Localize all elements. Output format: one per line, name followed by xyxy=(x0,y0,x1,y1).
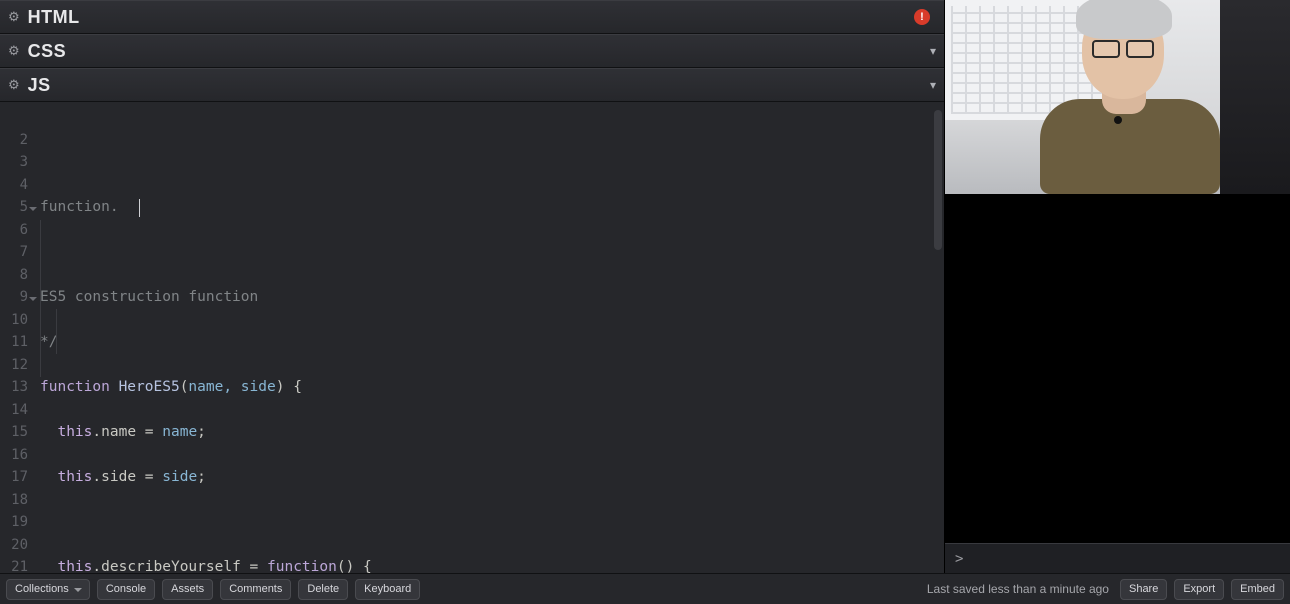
console-prompt-bar[interactable]: > xyxy=(945,543,1290,573)
save-status: Last saved less than a minute ago xyxy=(927,582,1109,596)
text-cursor xyxy=(139,199,140,217)
error-badge[interactable]: ! xyxy=(914,9,930,25)
comments-button[interactable]: Comments xyxy=(220,579,291,600)
keyboard-button[interactable]: Keyboard xyxy=(355,579,420,600)
collections-label: Collections xyxy=(15,583,69,595)
share-button[interactable]: Share xyxy=(1120,579,1167,600)
console-button[interactable]: Console xyxy=(97,579,155,600)
panel-title-html: HTML xyxy=(28,7,80,28)
panel-header-js[interactable]: ⚙ JS ▾ xyxy=(0,68,944,102)
webcam-overlay xyxy=(945,0,1290,194)
panel-title-js: JS xyxy=(28,75,51,96)
delete-button[interactable]: Delete xyxy=(298,579,348,600)
export-button[interactable]: Export xyxy=(1174,579,1224,600)
output-preview[interactable] xyxy=(945,194,1290,543)
code-area[interactable]: function. ES5 construction function */ f… xyxy=(34,102,944,573)
chevron-down-icon[interactable]: ▾ xyxy=(930,78,936,92)
assets-button[interactable]: Assets xyxy=(162,579,213,600)
footer-toolbar: Collections Console Assets Comments Dele… xyxy=(0,573,1290,604)
panel-title-css: CSS xyxy=(28,41,67,62)
panel-header-html[interactable]: ⚙ HTML ! xyxy=(0,0,944,34)
gear-icon[interactable]: ⚙ xyxy=(8,43,20,59)
panel-header-css[interactable]: ⚙ CSS ▾ xyxy=(0,34,944,68)
gear-icon[interactable]: ⚙ xyxy=(8,9,20,25)
js-editor[interactable]: 23456789101112131415161718192021 functio… xyxy=(0,102,944,573)
embed-button[interactable]: Embed xyxy=(1231,579,1284,600)
chevron-down-icon[interactable]: ▾ xyxy=(930,44,936,58)
gear-icon[interactable]: ⚙ xyxy=(8,77,20,93)
collections-dropdown[interactable]: Collections xyxy=(6,579,90,600)
line-number-gutter: 23456789101112131415161718192021 xyxy=(0,102,34,573)
console-prompt: > xyxy=(955,551,963,567)
scrollbar-vertical[interactable] xyxy=(934,110,942,250)
